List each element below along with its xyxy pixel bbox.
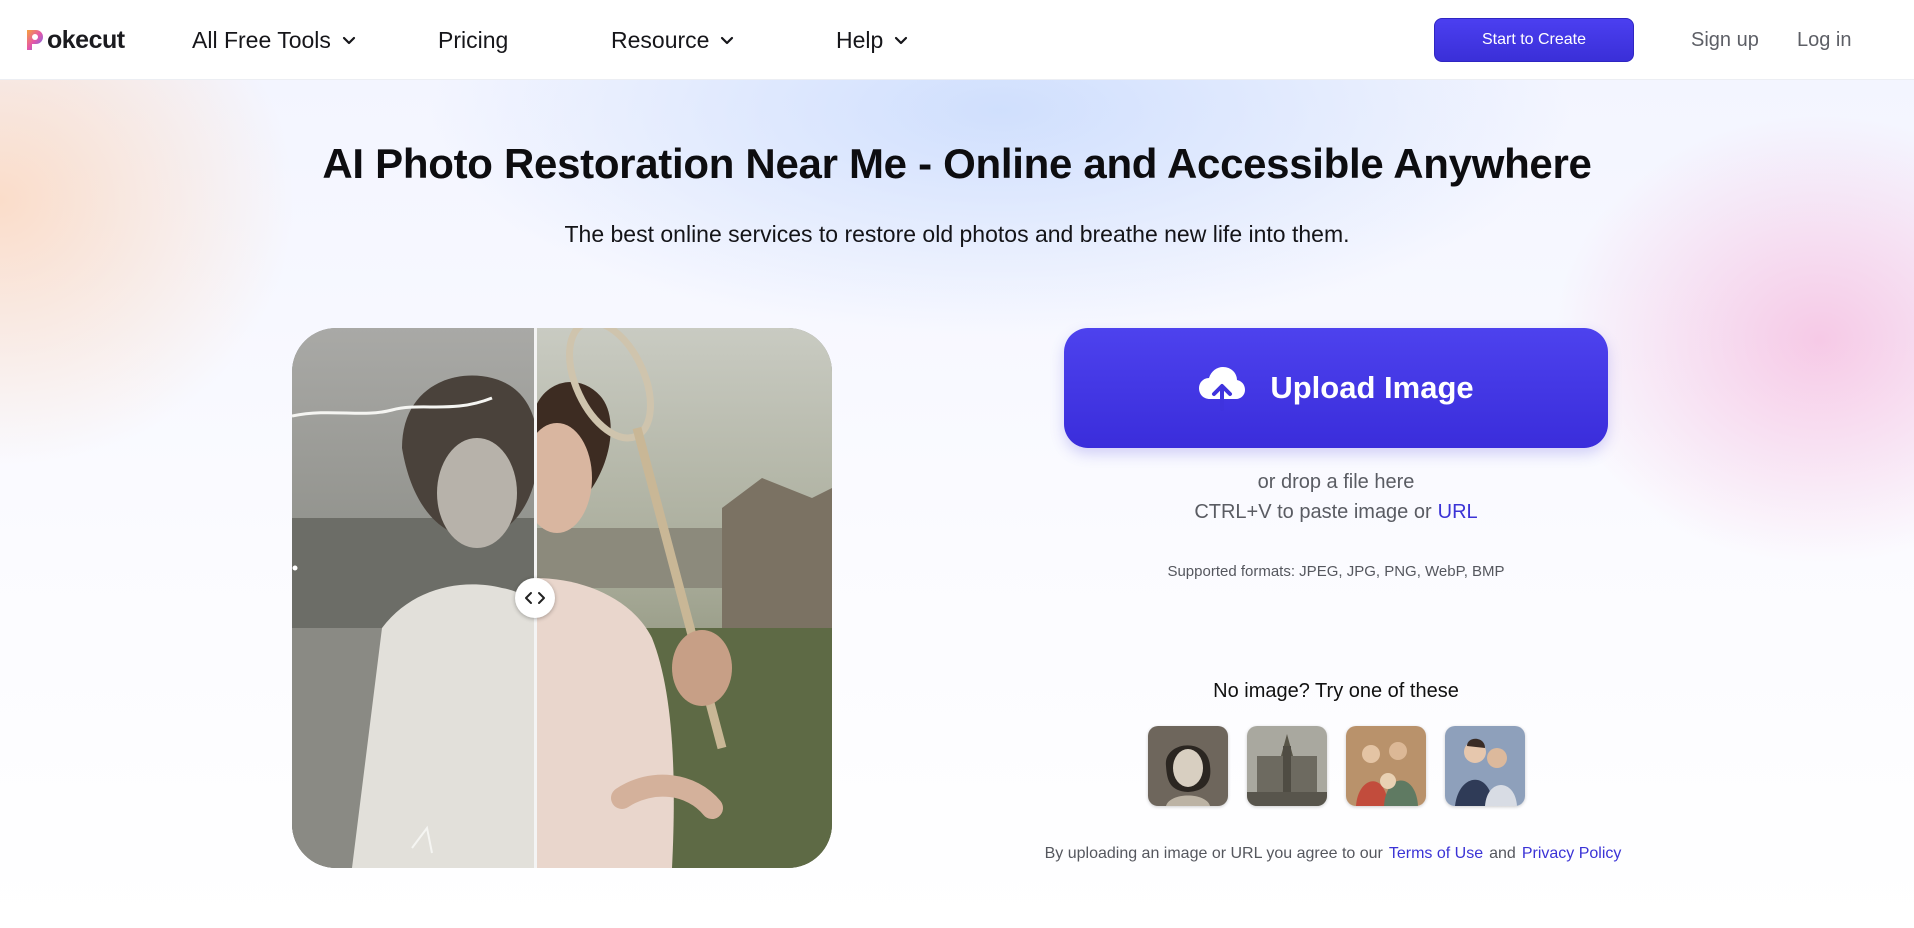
nav-help-label: Help: [836, 26, 884, 53]
try-samples-title: No image? Try one of these: [1213, 680, 1459, 702]
sample-couple-portrait: [1445, 726, 1525, 806]
site-header: okecut All Free Tools Pricing Resource H…: [0, 0, 1914, 80]
page-subtitle: The best online services to restore old …: [564, 221, 1350, 247]
privacy-policy-link[interactable]: Privacy Policy: [1522, 845, 1622, 862]
before-after-compare[interactable]: [292, 328, 832, 868]
drop-file-text: or drop a file here: [1257, 471, 1415, 493]
nav-help[interactable]: Help: [836, 24, 909, 56]
nav-pricing-label: Pricing: [438, 26, 509, 53]
url-link[interactable]: URL: [1438, 501, 1478, 523]
logo-text: okecut: [47, 25, 125, 54]
sample-image-3[interactable]: [1346, 726, 1426, 806]
sample-image-1[interactable]: [1148, 726, 1228, 806]
hero-section: [0, 80, 1914, 928]
sample-image-2[interactable]: [1247, 726, 1327, 806]
sample-old-building: [1247, 726, 1327, 806]
compare-handle[interactable]: [515, 578, 555, 618]
start-to-create-button[interactable]: Start to Create: [1434, 18, 1634, 62]
upload-image-button[interactable]: Upload Image: [1064, 328, 1608, 448]
terms-of-use-link[interactable]: Terms of Use: [1389, 845, 1483, 862]
sample-portrait-woman: [1148, 726, 1228, 806]
sample-color-group: [1346, 726, 1426, 806]
restoration-sample-photo: [292, 328, 832, 868]
paste-text: CTRL+V to paste image or: [1194, 501, 1432, 523]
sample-images: [1148, 726, 1525, 806]
terms-and: and: [1489, 845, 1516, 862]
paste-text-line: CTRL+V to paste image or URL: [1064, 501, 1608, 524]
nav-pricing[interactable]: Pricing: [438, 24, 508, 56]
sample-image-4[interactable]: [1445, 726, 1525, 806]
chevron-down-icon: [721, 36, 734, 45]
terms-prefix: By uploading an image or URL you agree t…: [1044, 845, 1383, 862]
upload-image-label: Upload Image: [1270, 370, 1474, 405]
pokecut-logo-mark-icon: [27, 30, 43, 50]
log-in-link[interactable]: Log in: [1797, 24, 1852, 56]
chevron-down-icon: [342, 36, 356, 45]
compare-arrows-icon: [525, 592, 545, 604]
chevron-down-icon: [895, 36, 908, 45]
pokecut-logo[interactable]: okecut: [24, 24, 125, 56]
nav-all-free-tools-label: All Free Tools: [192, 26, 331, 53]
sign-up-link[interactable]: Sign up: [1691, 24, 1759, 56]
supported-formats: Supported formats: JPEG, JPG, PNG, WebP,…: [1167, 563, 1505, 580]
terms-notice: By uploading an image or URL you agree t…: [1000, 845, 1672, 863]
nav-resource[interactable]: Resource: [611, 24, 735, 56]
cloud-upload-icon: [1199, 367, 1246, 411]
nav-all-free-tools[interactable]: All Free Tools: [192, 24, 357, 56]
nav-resource-label: Resource: [611, 26, 710, 53]
page-title: AI Photo Restoration Near Me - Online an…: [322, 140, 1592, 187]
